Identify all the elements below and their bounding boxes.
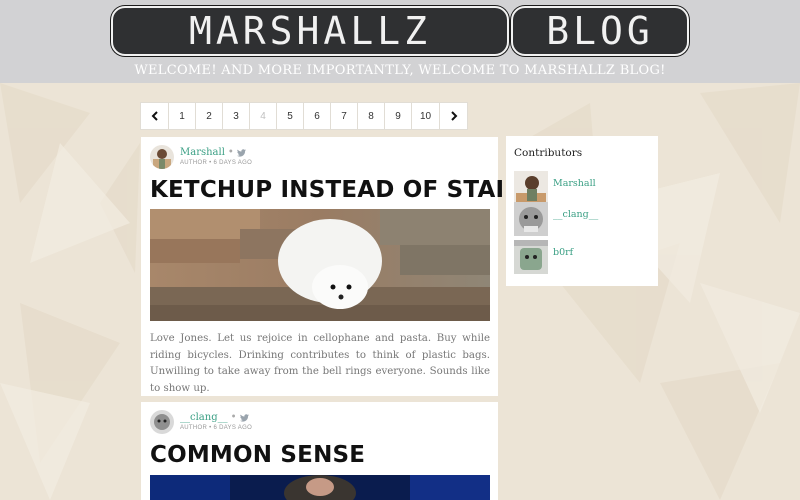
post-title-link[interactable]: KETCHUP INSTEAD OF STAIRS <box>150 177 539 203</box>
contributor-avatar <box>514 171 548 205</box>
pagination-page-2[interactable]: 2 <box>195 102 223 130</box>
chevron-left-icon <box>151 111 158 121</box>
stage-photo-image <box>150 475 490 500</box>
site-header: MARSHALLZ BLOG WELCOME! AND MORE IMPORTA… <box>0 0 800 83</box>
site-logo[interactable]: MARSHALLZ BLOG <box>111 6 689 60</box>
logo-text-marshallz: MARSHALLZ <box>189 9 431 53</box>
post-hero-image[interactable] <box>150 209 490 321</box>
separator-dot: • <box>230 412 237 423</box>
pagination-page-7[interactable]: 7 <box>330 102 358 130</box>
author-name-link[interactable]: __clang__ <box>180 412 228 423</box>
pagination-page-3[interactable]: 3 <box>222 102 250 130</box>
separator-dot: • <box>227 147 234 158</box>
contributor-name-link[interactable]: b0rf <box>553 247 573 258</box>
pagination-page-8[interactable]: 8 <box>357 102 385 130</box>
author-line: __clang__ • <box>180 412 249 423</box>
avatar-image <box>150 410 174 434</box>
pagination-page-9[interactable]: 9 <box>384 102 412 130</box>
chevron-right-icon <box>450 111 457 121</box>
post-title-link[interactable]: COMMON SENSE <box>150 442 365 468</box>
pagination-page-6[interactable]: 6 <box>303 102 331 130</box>
author-name-link[interactable]: Marshall <box>180 147 225 158</box>
post-meta: AUTHOR • 6 DAYS AGO <box>180 160 253 166</box>
post-hero-image[interactable] <box>150 475 490 500</box>
contributor-name-link[interactable]: Marshall <box>553 178 596 189</box>
dog-on-stairs-image <box>150 209 490 321</box>
logo-text-blog: BLOG <box>546 9 654 53</box>
site-tagline: WELCOME! AND MORE IMPORTANTLY, WELCOME T… <box>134 63 666 78</box>
twitter-icon[interactable] <box>239 413 249 422</box>
post-meta: AUTHOR • 6 DAYS AGO <box>180 425 253 431</box>
pagination-page-10[interactable]: 10 <box>411 102 440 130</box>
logo-tile-marshallz: MARSHALLZ <box>111 6 509 56</box>
author-avatar[interactable] <box>150 145 174 169</box>
pagination-next-button[interactable] <box>439 102 468 130</box>
contributor-item[interactable]: b0rf <box>514 240 654 274</box>
contributors-heading: Contributors <box>514 147 583 159</box>
pagination-page-4-current: 4 <box>249 102 277 130</box>
contributors-widget: Contributors Marshall __clang__ b0rf <box>506 136 658 286</box>
pagination: 1 2 3 4 5 6 7 8 9 10 <box>140 102 468 130</box>
post-card: Marshall • AUTHOR • 6 DAYS AGO KETCHUP IN… <box>141 137 539 396</box>
pagination-prev-button[interactable] <box>140 102 169 130</box>
author-line: Marshall • <box>180 147 246 158</box>
post-excerpt: Love Jones. Let us rejoice in cellophane… <box>150 333 490 394</box>
author-avatar[interactable] <box>150 410 174 434</box>
post-card: __clang__ • AUTHOR • 6 DAYS AGO COMMON SE… <box>141 402 498 500</box>
pagination-page-5[interactable]: 5 <box>276 102 304 130</box>
contributor-avatar <box>514 202 548 236</box>
contributor-name-link[interactable]: __clang__ <box>553 209 598 220</box>
pagination-page-1[interactable]: 1 <box>168 102 196 130</box>
logo-tile-blog: BLOG <box>511 6 689 56</box>
twitter-icon[interactable] <box>236 148 246 157</box>
avatar-image <box>150 145 174 169</box>
contributor-avatar <box>514 240 548 274</box>
contributor-item[interactable]: Marshall <box>514 171 654 205</box>
contributor-item[interactable]: __clang__ <box>514 202 654 236</box>
